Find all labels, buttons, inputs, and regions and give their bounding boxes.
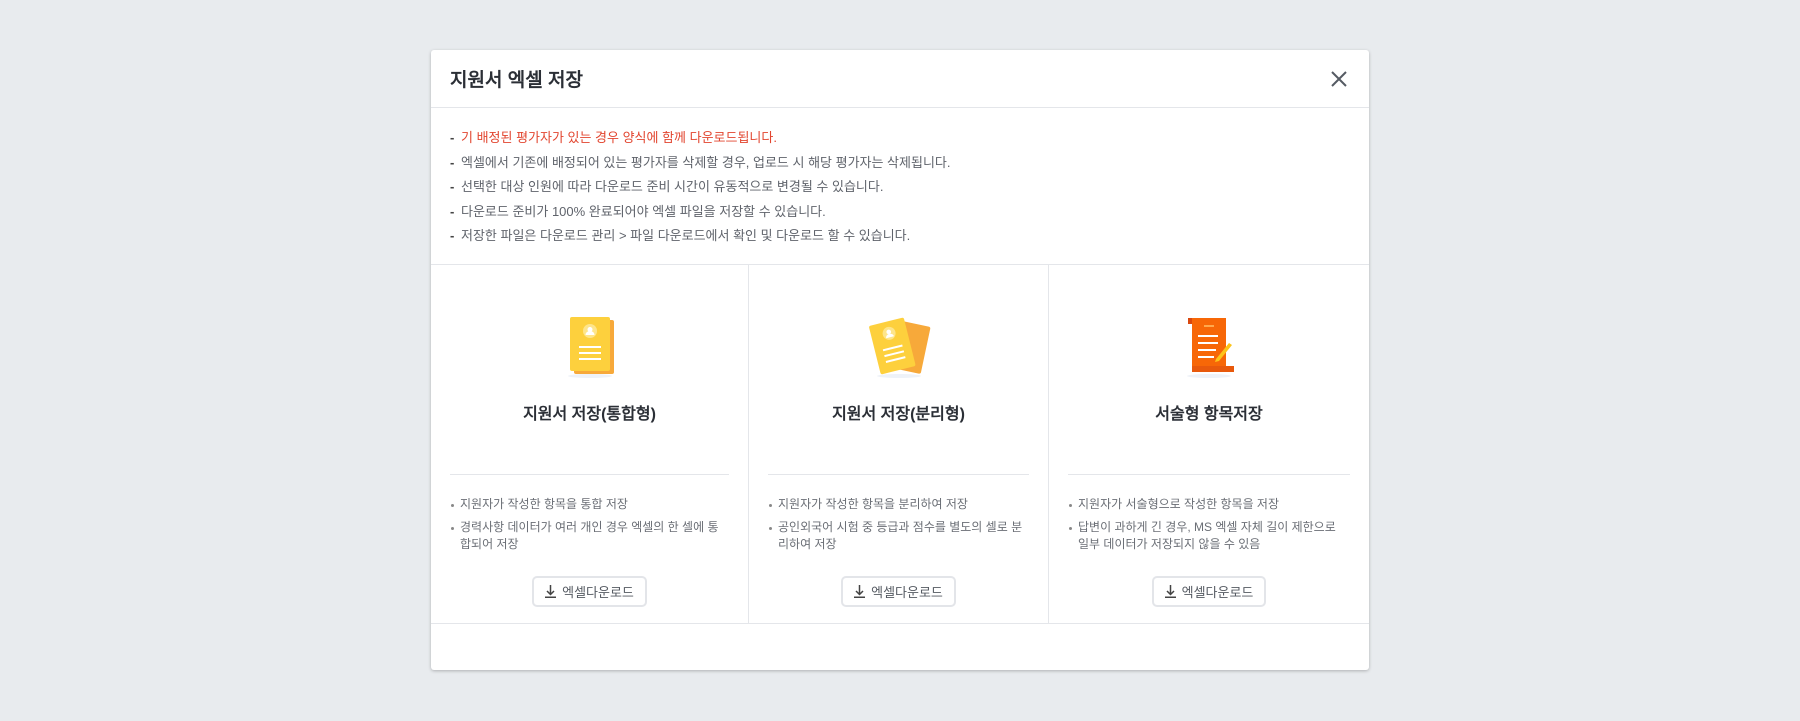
dash: - [450,130,455,145]
notice-text: 엑셀에서 기존에 배정되어 있는 평가자를 삭제할 경우, 업로드 시 해당 평… [461,154,951,170]
excel-download-button[interactable]: 엑셀다운로드 [1151,576,1267,607]
excel-save-modal: 지원서 엑셀 저장 -기 배정된 평가자가 있는 경우 양식에 함께 다운로드됩… [431,50,1369,670]
option-separated: 지원서 저장(분리형) 지원자가 작성한 항목을 분리하여 저장 공인외국어 시… [749,265,1049,623]
option-description: 지원자가 서술형으로 작성한 항목을 저장 답변이 과하게 긴 경우, MS 엑… [1068,496,1350,576]
separated-documents-icon [768,315,1029,378]
notice-item: - 다운로드 준비가 100% 완료되어야 엑셀 파일을 저장할 수 있습니다. [450,200,1350,225]
option-title: 서술형 항목저장 [1068,400,1350,475]
bullet-item: 지원자가 작성한 항목을 분리하여 저장 [768,496,1029,514]
button-label: 엑셀다운로드 [1181,585,1254,600]
notice-text: 다운로드 준비가 100% 완료되어야 엑셀 파일을 저장할 수 있습니다. [461,203,826,219]
notice-item: - 저장한 파일은 다운로드 관리 > 파일 다운로드에서 확인 및 다운로드 할… [450,224,1350,249]
excel-download-button[interactable]: 엑셀다운로드 [532,576,647,607]
close-icon [1331,70,1347,87]
notice-text: 선택한 대상 인원에 따라 다운로드 준비 시간이 유동적으로 변경될 수 있습… [461,179,884,194]
bullet-item: 지원자가 서술형으로 작성한 항목을 저장 [1068,496,1350,514]
option-descriptive: 서술형 항목저장 지원자가 서술형으로 작성한 항목을 저장 답변이 과하게 긴… [1049,265,1369,623]
notice-list: -기 배정된 평가자가 있는 경우 양식에 함께 다운로드됩니다. - 엑셀에서 … [431,108,1369,265]
button-label: 엑셀다운로드 [562,585,634,600]
notice-item: -기 배정된 평가자가 있는 경우 양식에 함께 다운로드됩니다. [450,126,1350,151]
dash: - [450,203,455,219]
bullet-item: 답변이 과하게 긴 경우, MS 엑셀 자체 길이 제한으로 일부 데이터가 저… [1068,519,1350,554]
bullet-item: 경력사항 데이터가 여러 개인 경우 엑셀의 한 셀에 통합되어 저장 [450,519,729,554]
option-title: 지원서 저장(통합형) [450,400,729,475]
option-columns: 지원서 저장(통합형) 지원자가 작성한 항목을 통합 저장 경력사항 데이터가… [431,265,1369,624]
bullet-item: 공인외국어 시험 중 등급과 점수를 별도의 셀로 분리하여 저장 [768,519,1029,554]
modal-header: 지원서 엑셀 저장 [431,50,1369,108]
download-icon [1164,585,1176,598]
close-button[interactable] [1327,67,1351,91]
option-title: 지원서 저장(분리형) [768,400,1029,475]
resume-document-icon [450,315,729,378]
option-description: 지원자가 작성한 항목을 분리하여 저장 공인외국어 시험 중 등급과 점수를 … [768,496,1029,576]
bullet-item: 지원자가 작성한 항목을 통합 저장 [450,496,729,514]
dash: - [450,228,455,243]
scroll-writing-icon [1068,315,1350,378]
dash: - [450,179,455,194]
download-icon [545,585,557,598]
notice-item: - 선택한 대상 인원에 따라 다운로드 준비 시간이 유동적으로 변경될 수 있… [450,175,1350,200]
notice-text: 기 배정된 평가자가 있는 경우 양식에 함께 다운로드됩니다. [461,130,777,145]
modal-title: 지원서 엑셀 저장 [450,70,583,91]
download-icon [854,585,866,598]
notice-text: 저장한 파일은 다운로드 관리 > 파일 다운로드에서 확인 및 다운로드 할 … [461,228,911,243]
option-description: 지원자가 작성한 항목을 통합 저장 경력사항 데이터가 여러 개인 경우 엑셀… [450,496,729,576]
notice-item: - 엑셀에서 기존에 배정되어 있는 평가자를 삭제할 경우, 업로드 시 해당 … [450,151,1350,176]
option-integrated: 지원서 저장(통합형) 지원자가 작성한 항목을 통합 저장 경력사항 데이터가… [431,265,749,623]
dash: - [450,154,455,170]
excel-download-button[interactable]: 엑셀다운로드 [841,576,956,607]
button-label: 엑셀다운로드 [871,585,943,600]
